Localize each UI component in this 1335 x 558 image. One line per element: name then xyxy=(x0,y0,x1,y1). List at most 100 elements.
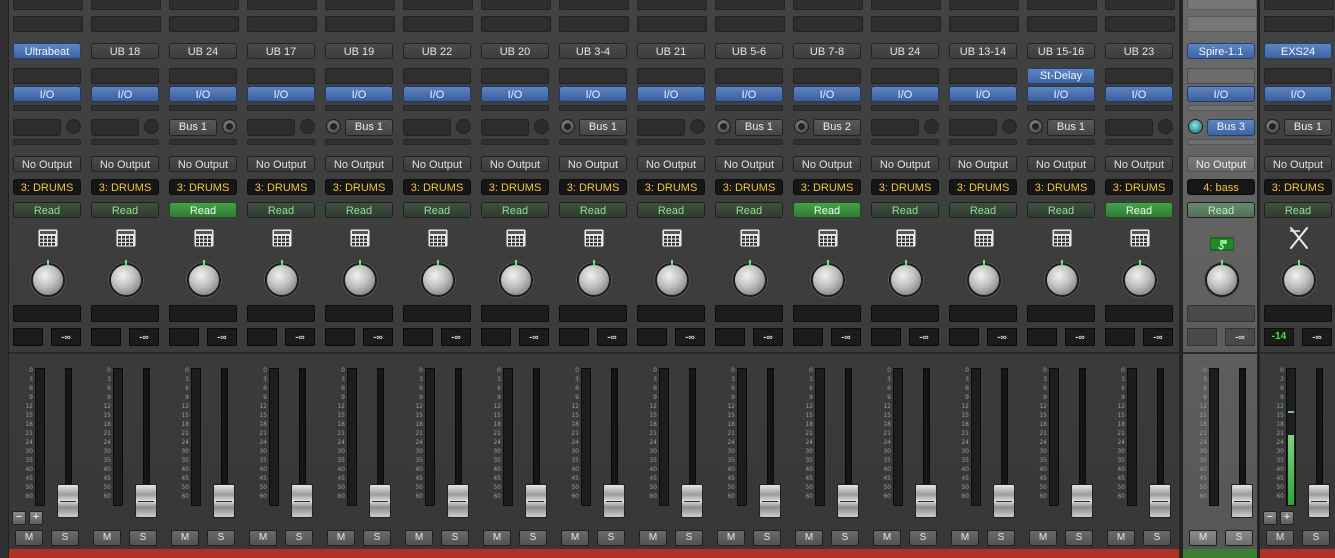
mute-button[interactable]: M xyxy=(405,530,433,546)
insert-slot[interactable] xyxy=(13,68,81,84)
output-button[interactable]: No Output xyxy=(1027,156,1095,172)
channel-name[interactable]: UB 15-16 xyxy=(1027,43,1095,59)
top-slot[interactable] xyxy=(1027,0,1097,10)
pan-knob[interactable] xyxy=(889,260,923,297)
group-button[interactable]: 3: DRUMS xyxy=(715,179,783,195)
automation-mode-button[interactable]: Read xyxy=(793,202,861,218)
setting-slot[interactable] xyxy=(871,16,941,32)
send-slot[interactable] xyxy=(481,119,529,136)
volume-fader[interactable] xyxy=(603,484,625,518)
send-level-knob[interactable] xyxy=(794,119,809,134)
channel-name[interactable]: UB 13-14 xyxy=(949,43,1017,59)
volume-fader[interactable] xyxy=(291,484,313,518)
channel-name[interactable]: UB 24 xyxy=(169,43,237,59)
drum-machine-icon[interactable] xyxy=(348,226,372,250)
drum-machine-icon[interactable] xyxy=(114,226,138,250)
send-slot[interactable] xyxy=(91,119,139,136)
send-level-knob[interactable] xyxy=(66,119,81,134)
mute-button[interactable]: M xyxy=(483,530,511,546)
automation-mode-button[interactable]: Read xyxy=(91,202,159,218)
send-level-knob[interactable] xyxy=(534,119,549,134)
solo-button[interactable]: S xyxy=(597,530,625,546)
top-slot[interactable] xyxy=(871,0,941,10)
send-slot[interactable] xyxy=(949,119,997,136)
group-button[interactable]: 4: bass xyxy=(1187,179,1255,195)
send-level-knob[interactable] xyxy=(222,119,237,134)
send-slot[interactable]: Bus 1 xyxy=(735,119,783,136)
send-slot[interactable] xyxy=(247,119,295,136)
top-slot[interactable] xyxy=(325,0,395,10)
send-slot[interactable]: Bus 1 xyxy=(345,119,393,136)
group-button[interactable]: 3: DRUMS xyxy=(91,179,159,195)
io-button[interactable]: I/O xyxy=(1105,86,1173,102)
mute-button[interactable]: M xyxy=(1189,530,1217,546)
solo-button[interactable]: S xyxy=(363,530,391,546)
channel-name[interactable]: Spire-1.1 xyxy=(1187,43,1255,59)
solo-button[interactable]: S xyxy=(441,530,469,546)
send-slot[interactable] xyxy=(637,119,685,136)
top-slot[interactable] xyxy=(949,0,1019,10)
mute-button[interactable]: M xyxy=(1266,530,1294,546)
insert-slot[interactable] xyxy=(871,68,939,84)
solo-button[interactable]: S xyxy=(51,530,79,546)
insert-slot[interactable] xyxy=(1264,68,1332,84)
setting-slot[interactable] xyxy=(481,16,551,32)
output-button[interactable]: No Output xyxy=(715,156,783,172)
automation-mode-button[interactable]: Read xyxy=(1027,202,1095,218)
io-button[interactable]: I/O xyxy=(949,86,1017,102)
output-button[interactable]: No Output xyxy=(325,156,393,172)
synth-green-icon[interactable] xyxy=(1209,232,1235,251)
send-slot[interactable]: Bus 2 xyxy=(813,119,861,136)
send-slot[interactable]: Bus 1 xyxy=(1284,119,1332,136)
top-slot[interactable] xyxy=(91,0,161,10)
send-slot[interactable] xyxy=(871,119,919,136)
drum-machine-icon[interactable] xyxy=(972,226,996,250)
io-button[interactable]: I/O xyxy=(13,86,81,102)
mute-button[interactable]: M xyxy=(951,530,979,546)
channel-name[interactable]: UB 5-6 xyxy=(715,43,783,59)
volume-fader[interactable] xyxy=(915,484,937,518)
solo-button[interactable]: S xyxy=(831,530,859,546)
volume-fader[interactable] xyxy=(447,484,469,518)
io-button[interactable]: I/O xyxy=(91,86,159,102)
drum-machine-icon[interactable] xyxy=(1050,226,1074,250)
io-button[interactable]: I/O xyxy=(559,86,627,102)
setting-slot[interactable] xyxy=(715,16,785,32)
mute-button[interactable]: M xyxy=(171,530,199,546)
solo-button[interactable]: S xyxy=(285,530,313,546)
remove-button[interactable]: − xyxy=(12,511,26,525)
add-button[interactable]: + xyxy=(29,511,43,525)
send-slot[interactable] xyxy=(13,119,61,136)
group-button[interactable]: 3: DRUMS xyxy=(325,179,393,195)
automation-mode-button[interactable]: Read xyxy=(13,202,81,218)
setting-slot[interactable] xyxy=(1187,16,1257,32)
top-slot[interactable] xyxy=(637,0,707,10)
send-level-knob[interactable] xyxy=(690,119,705,134)
pan-knob[interactable] xyxy=(109,260,143,297)
insert-slot[interactable] xyxy=(247,68,315,84)
solo-button[interactable]: S xyxy=(129,530,157,546)
insert-slot[interactable] xyxy=(481,68,549,84)
top-slot[interactable] xyxy=(715,0,785,10)
pan-knob[interactable] xyxy=(967,260,1001,297)
drum-machine-icon[interactable] xyxy=(894,226,918,250)
volume-fader[interactable] xyxy=(1149,484,1171,518)
top-slot[interactable] xyxy=(1187,0,1257,10)
setting-slot[interactable] xyxy=(403,16,473,32)
setting-slot[interactable] xyxy=(1027,16,1097,32)
channel-name[interactable]: UB 24 xyxy=(871,43,939,59)
drum-machine-icon[interactable] xyxy=(192,226,216,250)
automation-mode-button[interactable]: Read xyxy=(559,202,627,218)
io-button[interactable]: I/O xyxy=(1187,86,1255,102)
group-button[interactable]: 3: DRUMS xyxy=(793,179,861,195)
top-slot[interactable] xyxy=(793,0,863,10)
top-slot[interactable] xyxy=(1264,0,1334,10)
automation-mode-button[interactable]: Read xyxy=(481,202,549,218)
channel-name[interactable]: EXS24 xyxy=(1264,43,1332,59)
volume-fader[interactable] xyxy=(1071,484,1093,518)
group-button[interactable]: 3: DRUMS xyxy=(871,179,939,195)
pan-knob[interactable] xyxy=(811,260,845,297)
solo-button[interactable]: S xyxy=(753,530,781,546)
group-button[interactable]: 3: DRUMS xyxy=(949,179,1017,195)
insert-slot[interactable] xyxy=(91,68,159,84)
